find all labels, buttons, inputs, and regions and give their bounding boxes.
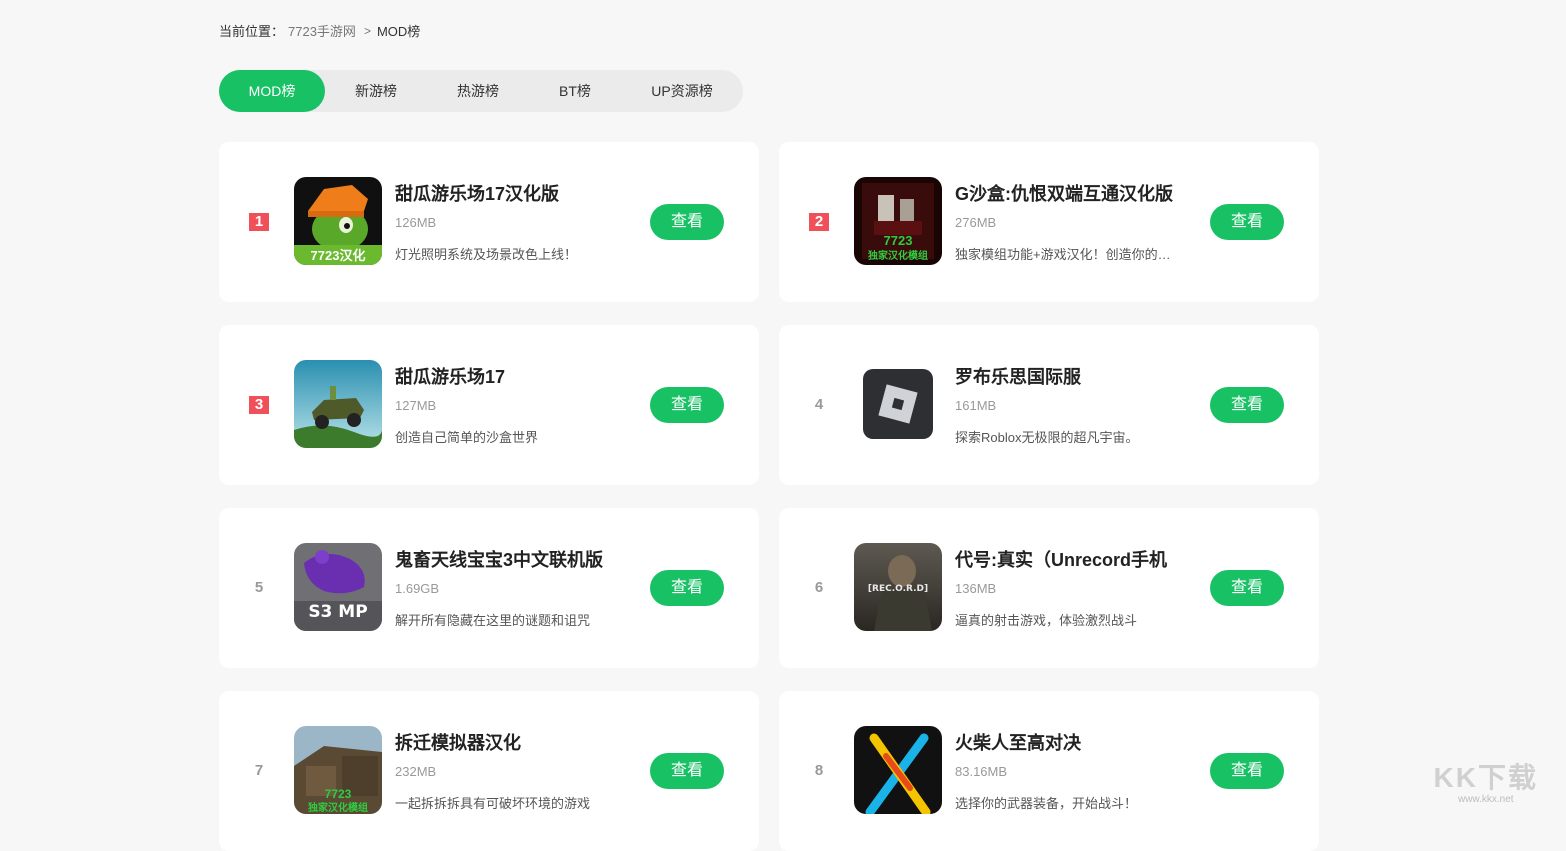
tab-new-games[interactable]: 新游榜 <box>325 70 427 112</box>
game-title[interactable]: 拆迁模拟器汉化 <box>395 729 521 755</box>
game-card[interactable]: 5 S3 MP 鬼畜天线宝宝3中文联机版 1.69GB 解开所有隐藏在这里的谜题… <box>219 508 759 668</box>
game-size: 1.69GB <box>395 581 440 596</box>
game-card[interactable]: 6 [REC.O.R.D] 代号:真实（Unrecord手机 136MB 逼真的… <box>779 508 1319 668</box>
rank-number: 7 <box>254 762 264 779</box>
game-size: 83.16MB <box>955 764 1008 779</box>
g-sandbox-icon[interactable]: 7723 独家汉化模组 <box>854 177 942 265</box>
icon-badge-text: S3 MP <box>308 602 367 622</box>
game-title[interactable]: 甜瓜游乐场17汉化版 <box>395 180 559 206</box>
game-description: 灯光照明系统及场景改色上线！ <box>395 247 578 262</box>
unrecord-icon[interactable]: [REC.O.R.D] <box>854 543 942 631</box>
roblox-icon[interactable] <box>854 360 942 448</box>
chevron-right-icon: > <box>363 23 371 38</box>
game-card[interactable]: 8 火柴人至高对决 83.16MB 选择你的武器装备，开始战斗！ 查看 <box>779 691 1319 851</box>
game-size: 232MB <box>395 764 437 779</box>
ranking-tabs: MOD榜 新游榜 热游榜 BT榜 UP资源榜 <box>219 70 743 112</box>
game-card[interactable]: 2 7723 独家汉化模组 G沙盒:仇恨双端互通汉化版 276MB 独家模组功能… <box>779 142 1319 302</box>
view-button[interactable]: 查看 <box>1210 204 1284 240</box>
game-card[interactable]: 7 7723 独家汉化模组 拆迁模拟器汉化 232MB 一起拆拆拆具有可破坏环境… <box>219 691 759 851</box>
view-button[interactable]: 查看 <box>1210 387 1284 423</box>
stickman-icon[interactable] <box>854 726 942 814</box>
site-watermark: KK下载 www.kkx.net <box>1434 756 1538 805</box>
icon-badge-text: 7723 <box>325 787 352 801</box>
game-size: 126MB <box>395 215 437 230</box>
game-description: 一起拆拆拆具有可破坏环境的游戏 <box>395 796 591 811</box>
game-title[interactable]: 鬼畜天线宝宝3中文联机版 <box>395 546 603 572</box>
game-title[interactable]: 火柴人至高对决 <box>955 729 1081 755</box>
breadcrumb-prefix: 当前位置： <box>219 24 285 39</box>
game-description: 探索Roblox无极限的超凡宇宙。 <box>955 430 1139 445</box>
view-button[interactable]: 查看 <box>650 570 724 606</box>
game-description: 独家模组功能+游戏汉化！创造你的世界 <box>955 247 1173 262</box>
game-ranking-list: 1 7723汉化 甜瓜游乐场17汉化版 126MB 灯光照明系统及场景改色上线！… <box>219 142 1319 851</box>
game-card[interactable]: 3 甜瓜游乐场17 127MB 创造自己简单的沙盒世界 查看 <box>219 325 759 485</box>
game-description: 逼真的射击游戏，体验激烈战斗 <box>955 613 1138 628</box>
view-button[interactable]: 查看 <box>1210 570 1284 606</box>
view-button[interactable]: 查看 <box>650 753 724 789</box>
game-size: 276MB <box>955 215 997 230</box>
tab-bt[interactable]: BT榜 <box>529 70 621 112</box>
rank-number: 4 <box>814 396 824 413</box>
breadcrumb-home-link[interactable]: 7723手游网 <box>288 21 356 40</box>
icon-badge-text: 7723汉化 <box>311 248 366 263</box>
game-title[interactable]: 罗布乐思国际服 <box>955 363 1081 389</box>
melon-playground-icon[interactable] <box>294 360 382 448</box>
game-title[interactable]: 代号:真实（Unrecord手机 <box>955 546 1167 572</box>
game-title[interactable]: 甜瓜游乐场17 <box>395 363 505 389</box>
game-size: 161MB <box>955 398 997 413</box>
game-size: 136MB <box>955 581 997 596</box>
rank-number: 6 <box>814 579 824 596</box>
rank-number: 8 <box>814 762 824 779</box>
game-size: 127MB <box>395 398 437 413</box>
rank-number: 2 <box>809 213 829 231</box>
slendytubbies-icon[interactable]: S3 MP <box>294 543 382 631</box>
rank-number: 3 <box>249 396 269 414</box>
game-description: 解开所有隐藏在这里的谜题和诅咒 <box>395 613 591 628</box>
demolition-icon[interactable]: 7723 独家汉化模组 <box>294 726 382 814</box>
game-title[interactable]: G沙盒:仇恨双端互通汉化版 <box>955 180 1173 206</box>
view-button[interactable]: 查看 <box>650 387 724 423</box>
icon-badge-text: 独家汉化模组 <box>308 801 368 814</box>
melon-playground-hanhua-icon[interactable]: 7723汉化 <box>294 177 382 265</box>
icon-badge-text: [REC.O.R.D] <box>868 584 928 594</box>
tab-up-resources[interactable]: UP资源榜 <box>621 70 743 112</box>
tab-mod[interactable]: MOD榜 <box>219 70 325 112</box>
game-card[interactable]: 1 7723汉化 甜瓜游乐场17汉化版 126MB 灯光照明系统及场景改色上线！… <box>219 142 759 302</box>
rank-number: 1 <box>249 213 269 231</box>
game-card[interactable]: 4 罗布乐思国际服 161MB 探索Roblox无极限的超凡宇宙。 查看 <box>779 325 1319 485</box>
game-description: 创造自己简单的沙盒世界 <box>395 430 539 445</box>
view-button[interactable]: 查看 <box>650 204 724 240</box>
breadcrumb: 当前位置： 7723手游网 > MOD榜 <box>219 21 420 40</box>
icon-badge-text: 7723 <box>884 233 913 248</box>
rank-number: 5 <box>254 579 264 596</box>
icon-badge-text: 独家汉化模组 <box>868 249 928 262</box>
tab-hot-games[interactable]: 热游榜 <box>427 70 529 112</box>
view-button[interactable]: 查看 <box>1210 753 1284 789</box>
breadcrumb-current: MOD榜 <box>376 24 421 39</box>
watermark-logo: KK下载 <box>1433 762 1538 793</box>
game-description: 选择你的武器装备，开始战斗！ <box>955 796 1138 811</box>
